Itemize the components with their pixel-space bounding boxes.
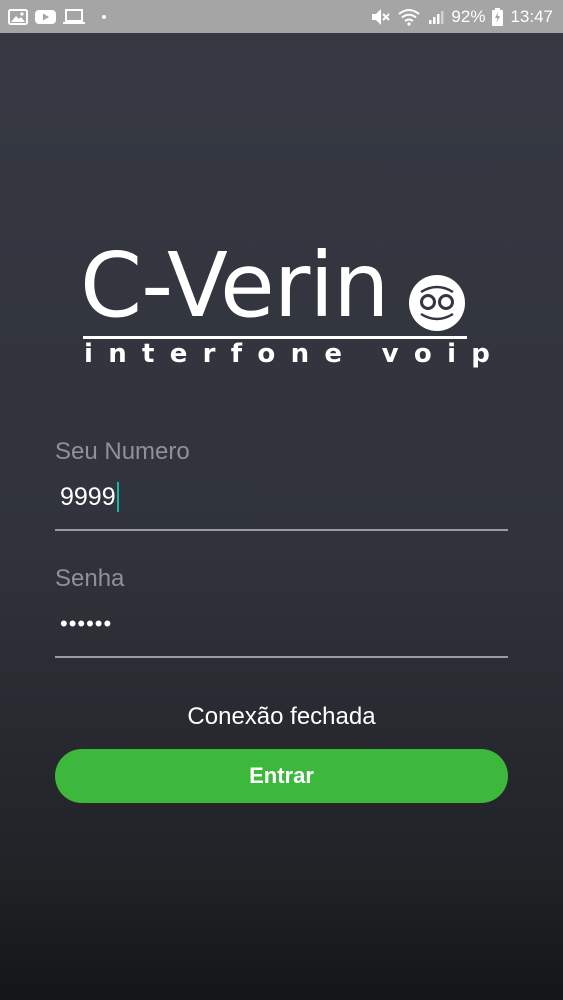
laptop-icon [63, 8, 85, 25]
app-logo: C-Verin interfone voip [80, 233, 490, 386]
status-bar: 92% 13:47 [0, 0, 563, 33]
number-input[interactable]: 9999 [60, 482, 119, 512]
clock: 13:47 [510, 6, 553, 26]
signal-icon [428, 9, 444, 25]
password-field-label: Senha [55, 565, 125, 592]
status-bar-right: 92% 13:47 [370, 7, 553, 27]
connection-status-text: Conexão fechada [187, 703, 376, 730]
logo-tagline: interfone voip [84, 339, 506, 369]
enter-button[interactable]: Entrar [55, 749, 508, 803]
number-input-value: 9999 [60, 483, 116, 511]
image-icon [8, 8, 28, 25]
logo-wordmark: C-Verin [80, 233, 389, 337]
number-field-underline [55, 529, 508, 531]
password-field[interactable]: Senha •••••• [55, 565, 508, 659]
password-input[interactable]: •••••• [60, 609, 112, 639]
youtube-icon [35, 9, 56, 25]
battery-percent: 92% [451, 6, 486, 26]
mute-icon [370, 8, 391, 26]
number-field[interactable]: Seu Numero 9999 [55, 438, 508, 532]
number-field-label: Seu Numero [55, 438, 190, 465]
enter-button-label: Entrar [249, 763, 314, 788]
password-field-underline [55, 656, 508, 658]
doorbell-eyes-icon [408, 274, 466, 337]
text-caret [116, 482, 119, 512]
wifi-icon [397, 8, 421, 26]
notification-dot-icon [102, 14, 106, 19]
battery-charging-icon [492, 7, 504, 26]
status-bar-left [8, 8, 106, 25]
password-input-value: •••••• [60, 611, 113, 636]
